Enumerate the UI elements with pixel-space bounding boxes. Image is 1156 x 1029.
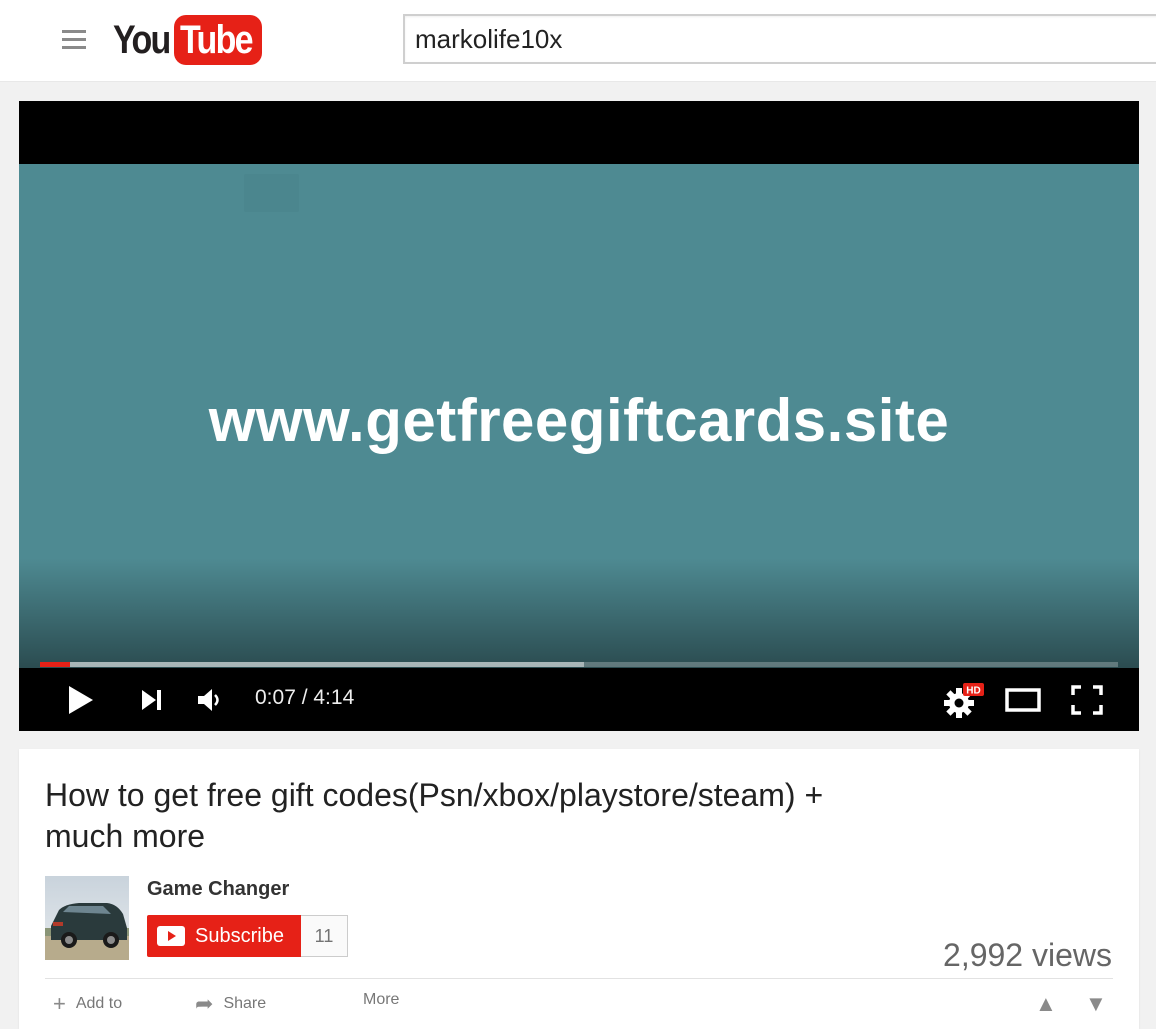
fullscreen-button[interactable]	[1071, 685, 1103, 715]
next-icon	[142, 690, 161, 710]
like-button[interactable]: ▲	[1035, 991, 1067, 1017]
youtube-logo[interactable]: You Tube	[113, 14, 263, 66]
share-label: Share	[223, 995, 267, 1012]
subscriber-count: 11	[301, 915, 348, 957]
share-button[interactable]: ➦ Share	[195, 991, 266, 1017]
play-button[interactable]	[67, 685, 95, 715]
masthead: You Tube	[0, 0, 1156, 82]
theater-mode-icon	[1005, 688, 1041, 712]
progress-bar[interactable]	[40, 662, 1118, 667]
video-artifact	[244, 174, 299, 212]
controls-gradient	[19, 558, 1139, 668]
video-title: How to get free gift codes(Psn/xbox/play…	[45, 777, 824, 854]
add-to-label: Add to	[75, 995, 123, 1012]
more-label: More	[363, 991, 400, 1008]
thumbs-up-icon: ▲	[1035, 991, 1057, 1016]
thumbs-down-icon: ▼	[1085, 991, 1107, 1016]
subscribe-label: Subscribe	[195, 924, 284, 947]
logo-you-text: You	[113, 17, 171, 62]
hd-badge: HD	[966, 686, 980, 697]
volume-button[interactable]	[196, 686, 224, 714]
time-display: 0:07 / 4:14	[255, 686, 355, 709]
play-icon	[69, 686, 93, 714]
theater-mode-button[interactable]	[1005, 687, 1041, 713]
search-input[interactable]	[405, 16, 1156, 62]
add-to-button[interactable]: + Add to	[53, 991, 122, 1017]
channel-avatar[interactable]	[45, 876, 129, 960]
more-button[interactable]: More	[363, 991, 399, 1009]
action-bar: + Add to ➦ Share More ▲ ▼	[45, 991, 1113, 1021]
video-player[interactable]: www.getfreegiftcards.site 0:07 / 4:14 HD	[19, 101, 1139, 731]
progress-played	[40, 662, 70, 667]
player-controls: 0:07 / 4:14 HD	[19, 668, 1139, 731]
dislike-button[interactable]: ▼	[1085, 991, 1117, 1017]
video-overlay-text: www.getfreegiftcards.site	[208, 387, 950, 454]
search-box	[403, 14, 1156, 64]
channel-avatar-image	[45, 876, 129, 960]
gear-icon: HD	[944, 683, 984, 718]
hamburger-menu-icon[interactable]	[62, 30, 86, 50]
share-arrow-icon: ➦	[195, 991, 214, 1016]
divider	[45, 978, 1113, 979]
video-info-card: How to get free gift codes(Psn/xbox/play…	[19, 749, 1139, 1029]
settings-button[interactable]: HD	[943, 682, 985, 718]
subscribe-button[interactable]: Subscribe	[147, 915, 301, 957]
view-count: 2,992 views	[943, 937, 1112, 973]
fullscreen-icon	[1071, 685, 1103, 715]
logo-tube-badge: Tube	[173, 15, 263, 65]
channel-name[interactable]: Game Changer	[147, 878, 289, 901]
progress-loaded	[40, 662, 584, 667]
youtube-play-icon	[157, 926, 185, 946]
next-button[interactable]	[139, 687, 165, 713]
volume-icon	[198, 689, 219, 711]
plus-icon: +	[53, 991, 66, 1016]
logo-tube-text: Tube	[179, 18, 254, 62]
